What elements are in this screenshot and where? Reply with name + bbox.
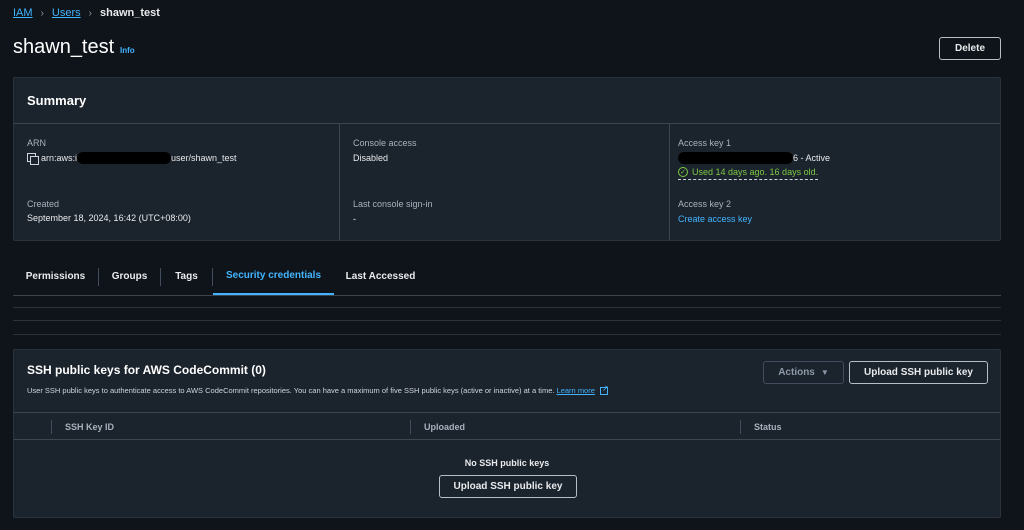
chevron-right-icon: › xyxy=(40,7,44,19)
breadcrumb-iam[interactable]: IAM xyxy=(13,7,33,19)
created-label: Created xyxy=(27,199,60,209)
access-key1-value: 6 - Active xyxy=(678,152,830,164)
arn-label: ARN xyxy=(27,138,47,148)
breadcrumb-current: shawn_test xyxy=(99,7,160,19)
divider xyxy=(13,320,1001,321)
last-signin-value: - xyxy=(353,214,356,224)
console-access-label: Console access xyxy=(353,138,417,148)
access-key1-status-text: Used 14 days ago. 16 days old. xyxy=(692,167,819,177)
ssh-keys-title: SSH public keys for AWS CodeCommit (0) xyxy=(27,363,266,377)
info-link[interactable]: Info xyxy=(120,46,135,55)
ssh-keys-description: User SSH public keys to authenticate acc… xyxy=(27,384,609,396)
summary-title: Summary xyxy=(27,93,87,108)
actions-dropdown[interactable]: Actions ▼ xyxy=(763,361,844,384)
access-key1-label: Access key 1 xyxy=(678,138,732,148)
arn-prefix: arn:aws:i xyxy=(41,153,78,163)
tab-bar: Permissions Groups Tags Security credent… xyxy=(13,258,1001,296)
arn-value: arn:aws:i user/shawn_test xyxy=(27,152,237,165)
redaction-mark xyxy=(77,152,172,164)
summary-column-console: Console access Disabled Last console sig… xyxy=(339,124,663,240)
learn-more-link[interactable]: Learn more xyxy=(557,386,595,395)
upload-ssh-key-button[interactable]: Upload SSH public key xyxy=(849,361,988,384)
arn-suffix: user/shawn_test xyxy=(171,153,237,163)
created-value: September 18, 2024, 16:42 (UTC+08:00) xyxy=(27,213,191,223)
access-key1-status[interactable]: ✓ Used 14 days ago. 16 days old. xyxy=(678,167,819,180)
tab-tags[interactable]: Tags xyxy=(161,258,212,295)
column-ssh-key-id[interactable]: SSH Key ID xyxy=(65,413,114,440)
create-access-key-link[interactable]: Create access key xyxy=(678,214,752,224)
external-link-icon xyxy=(600,384,609,396)
delete-button[interactable]: Delete xyxy=(939,37,1001,60)
access-key2-label: Access key 2 xyxy=(678,199,732,209)
tab-permissions[interactable]: Permissions xyxy=(13,258,98,295)
copy-icon[interactable] xyxy=(27,153,39,165)
access-key1-suffix: 6 - Active xyxy=(793,153,831,163)
caret-down-icon: ▼ xyxy=(820,368,829,377)
ssh-keys-panel: SSH public keys for AWS CodeCommit (0) U… xyxy=(13,349,1001,518)
divider xyxy=(51,420,52,434)
tab-last-accessed[interactable]: Last Accessed xyxy=(335,258,426,295)
summary-column-arn: ARN arn:aws:i user/shawn_test Created Se… xyxy=(14,124,338,240)
console-access-value: Disabled xyxy=(353,153,389,163)
redaction-mark xyxy=(678,152,793,164)
divider xyxy=(13,334,1001,335)
divider xyxy=(740,420,741,434)
table-header: SSH Key ID Uploaded Status xyxy=(14,412,1000,440)
chevron-right-icon: › xyxy=(88,7,92,19)
tab-groups[interactable]: Groups xyxy=(99,258,160,295)
breadcrumb-users[interactable]: Users xyxy=(52,7,81,19)
breadcrumb: IAM › Users › shawn_test xyxy=(13,7,160,19)
actions-label: Actions xyxy=(778,367,815,378)
column-uploaded[interactable]: Uploaded xyxy=(424,413,465,440)
divider xyxy=(410,420,411,434)
check-circle-icon: ✓ xyxy=(678,167,688,177)
tab-security-credentials[interactable]: Security credentials xyxy=(213,258,334,295)
upload-ssh-key-empty-button[interactable]: Upload SSH public key xyxy=(439,475,577,498)
empty-state-text: No SSH public keys xyxy=(464,458,550,468)
last-signin-label: Last console sign-in xyxy=(353,199,433,209)
divider xyxy=(13,307,1001,308)
column-status[interactable]: Status xyxy=(754,413,782,440)
summary-panel: Summary ARN arn:aws:i user/shawn_test Cr… xyxy=(13,77,1001,241)
ssh-description-text: User SSH public keys to authenticate acc… xyxy=(27,386,555,395)
summary-column-access-keys: Access key 1 6 - Active ✓ Used 14 days a… xyxy=(669,124,1002,240)
page-title: shawn_test xyxy=(13,36,115,58)
